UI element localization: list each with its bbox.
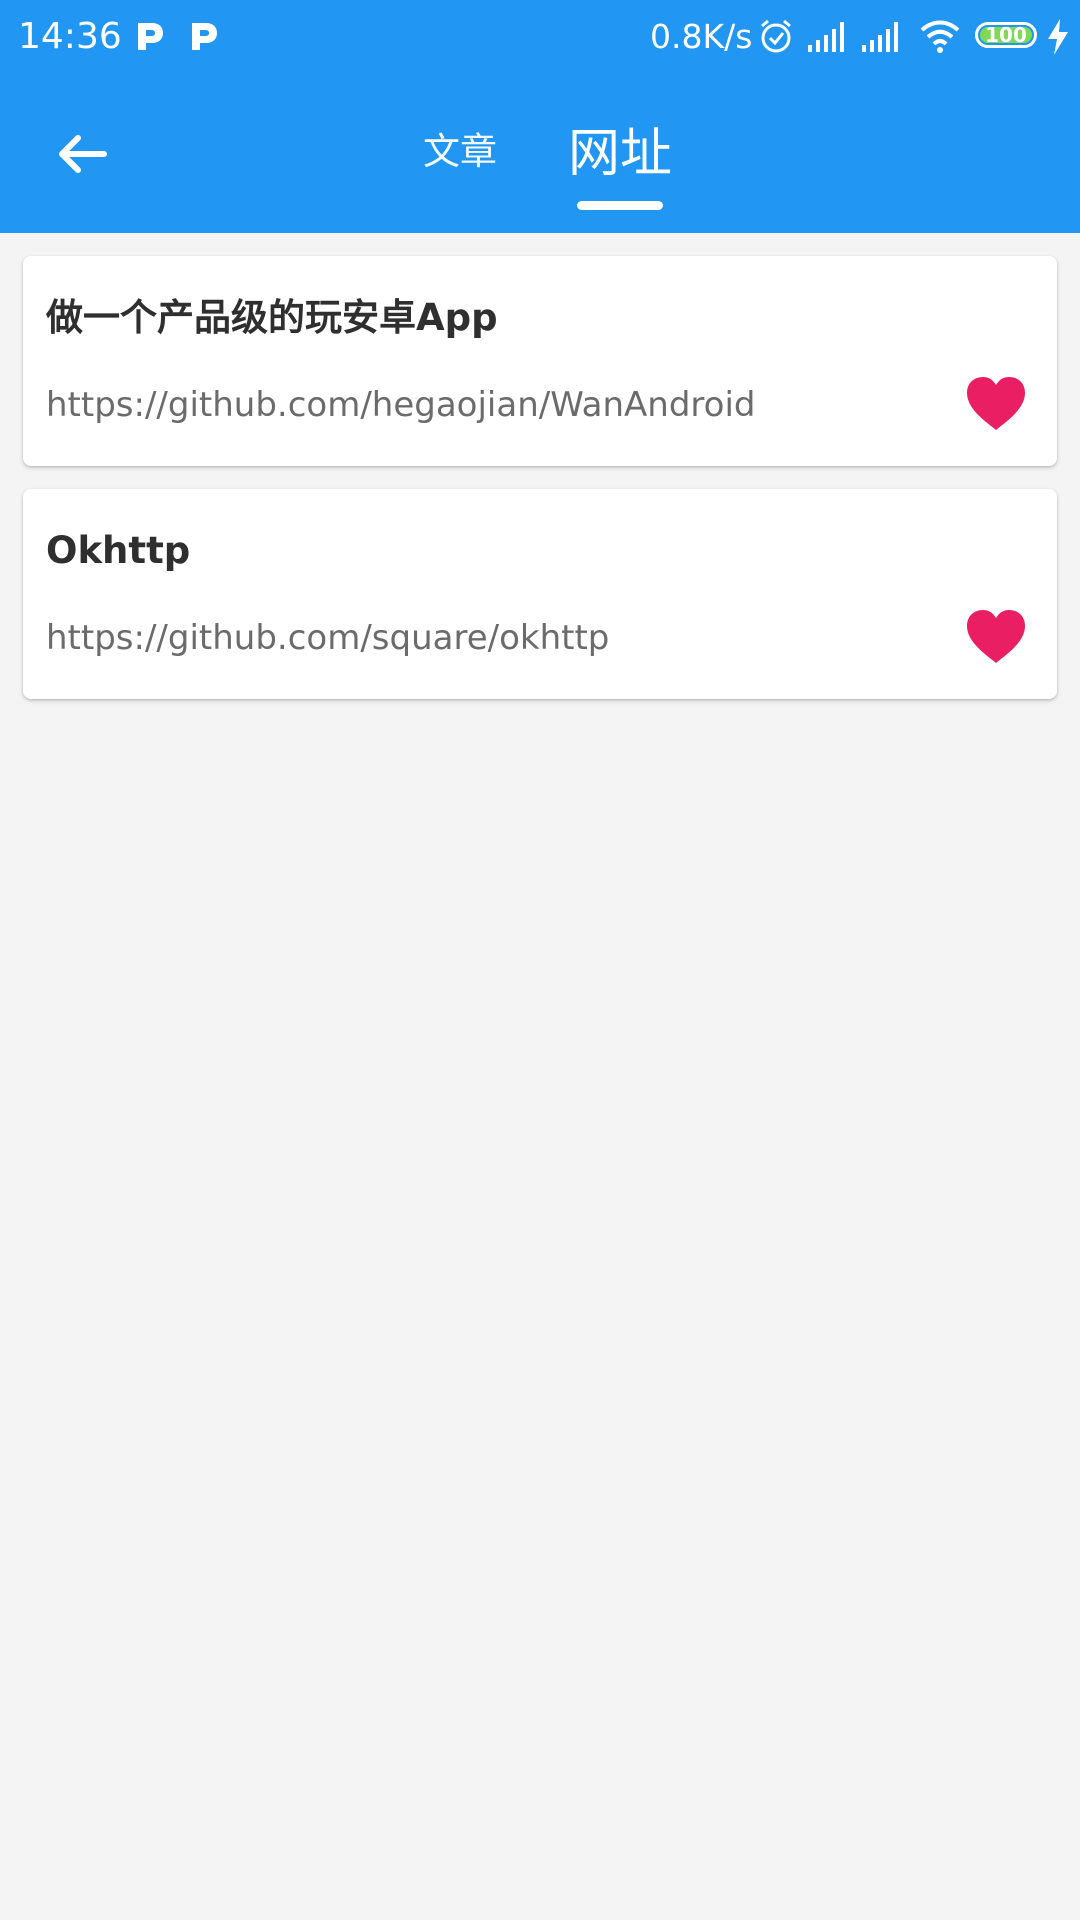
tab-articles[interactable]: 文章: [410, 125, 510, 179]
parking-icon: [138, 23, 163, 50]
back-button[interactable]: [40, 112, 124, 196]
favorite-button[interactable]: [964, 375, 1028, 433]
parking-icon: [192, 23, 217, 50]
card-title: Okhttp: [46, 529, 191, 572]
tab-indicator: [577, 201, 663, 210]
card-url[interactable]: https://github.com/hegaojian/WanAndroid: [46, 383, 937, 427]
arrow-back-icon: [59, 135, 107, 173]
collection-card[interactable]: Okhttp https://github.com/square/okhttp: [23, 489, 1057, 699]
signal-icon: [862, 22, 898, 52]
alarm-icon: [761, 19, 791, 53]
heart-icon: [967, 610, 1025, 663]
signal-icon: [808, 22, 844, 52]
heart-icon: [967, 377, 1025, 430]
card-url[interactable]: https://github.com/square/okhttp: [46, 616, 937, 660]
tab-urls[interactable]: 网址: [560, 116, 680, 192]
network-speed: 0.8K/s: [650, 17, 753, 56]
battery-icon: 100: [975, 22, 1037, 48]
charging-icon: [1048, 19, 1068, 55]
collection-card[interactable]: 做一个产品级的玩安卓App https://github.com/hegaoji…: [23, 256, 1057, 466]
battery-level: 100: [980, 25, 1032, 45]
status-bar: 14:36 0.8K/s 100: [0, 0, 1080, 75]
card-title: 做一个产品级的玩安卓App: [46, 296, 498, 339]
wifi-icon: [920, 20, 960, 53]
favorite-button[interactable]: [964, 608, 1028, 666]
status-time: 14:36: [18, 16, 122, 57]
app-bar: 14:36 0.8K/s 100 文章 网址: [0, 0, 1080, 233]
collection-list: 做一个产品级的玩安卓App https://github.com/hegaoji…: [23, 256, 1057, 722]
